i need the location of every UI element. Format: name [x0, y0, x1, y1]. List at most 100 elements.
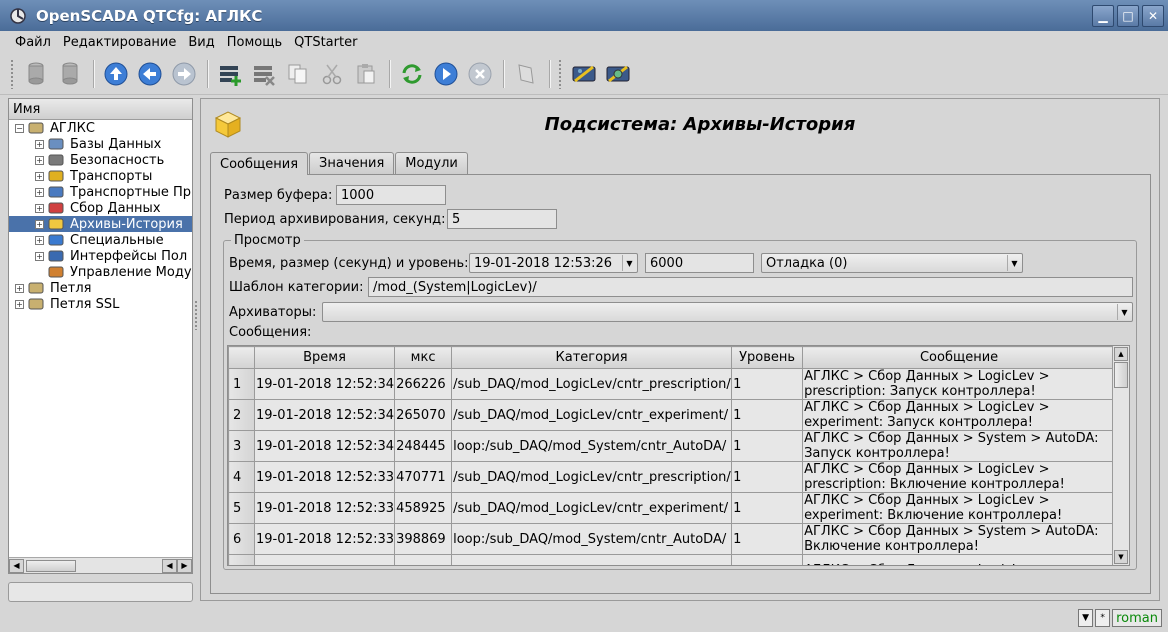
expand-icon[interactable]: + — [35, 219, 44, 229]
minimize-button[interactable]: ▁ — [1092, 5, 1114, 27]
delete-item-button[interactable] — [248, 58, 279, 89]
cell-category[interactable]: /sub_DAQ/mod_LogicLev/cntr_experiment/ — [451, 399, 733, 431]
copy-button[interactable] — [282, 58, 313, 89]
category-template-input[interactable]: /mod_(System|LogicLev)/ — [368, 277, 1133, 297]
time-input[interactable]: 19-01-2018 12:53:26 ▼ — [469, 253, 638, 273]
cell-message[interactable]: АГЛКС > Сбор Данных > LogicLev > prescri… — [802, 461, 1117, 493]
level-select[interactable]: Отладка (0) ▼ — [761, 253, 1023, 273]
panel-splitter[interactable] — [194, 300, 198, 330]
db-load-button[interactable] — [20, 58, 51, 89]
row-number-header[interactable] — [228, 346, 255, 369]
vision-button[interactable] — [568, 58, 599, 89]
cell-time[interactable]: 19-01-2018 12:52:33 — [253, 523, 396, 555]
cell-level[interactable] — [731, 554, 804, 565]
cell-level[interactable]: 1 — [731, 461, 804, 493]
archive-period-input[interactable]: 5 — [447, 209, 557, 229]
tree-item[interactable]: + Интерфейсы Пол — [9, 248, 192, 264]
scroll-right-icon[interactable]: ▶ — [177, 558, 192, 573]
messages-table[interactable]: Время мкс Категория Уровень Сообщение 11… — [227, 345, 1130, 566]
cell-message[interactable]: АГЛКС > Сбор Данных > LogicLev > — [802, 554, 1117, 565]
scroll-left-icon[interactable]: ◀ — [162, 558, 177, 573]
expand-icon[interactable]: + — [35, 155, 44, 165]
tree-item[interactable]: + Специальные — [9, 232, 192, 248]
chevron-down-icon[interactable]: ▼ — [622, 255, 636, 271]
scroll-left-icon[interactable]: ◀ — [9, 558, 24, 573]
back-button[interactable] — [134, 58, 165, 89]
stop-button[interactable] — [464, 58, 495, 89]
tree-item[interactable]: + Архивы-История — [9, 216, 192, 232]
cell-category[interactable]: /sub_DAQ/mod_LogicLev/cntr_prescription/ — [451, 368, 733, 400]
tree-item[interactable]: + Транспортные Пр — [9, 184, 192, 200]
row-number[interactable]: 5 — [228, 492, 255, 524]
table-row[interactable]: 1 19-01-2018 12:52:34 266226/sub_DAQ/mod_L… — [228, 368, 1117, 400]
cell-level[interactable]: 1 — [731, 399, 804, 431]
tree-item[interactable]: + Безопасность — [9, 152, 192, 168]
cell-message[interactable]: АГЛКС > Сбор Данных > LogicLev > prescri… — [802, 368, 1117, 400]
close-button[interactable]: ✕ — [1142, 5, 1164, 27]
row-number[interactable]: 4 — [228, 461, 255, 493]
cell-message[interactable]: АГЛКС > Сбор Данных > System > AutoDA: З… — [802, 430, 1117, 462]
tab-modules[interactable]: Модули — [395, 152, 468, 174]
menu-edit[interactable]: Редактирование — [57, 35, 182, 50]
tree-item[interactable]: Управление Моду — [9, 264, 192, 280]
scroll-thumb[interactable] — [1114, 362, 1128, 388]
scroll-thumb[interactable] — [26, 559, 76, 572]
chevron-down-icon[interactable]: ▼ — [1117, 304, 1131, 320]
cell-message[interactable]: АГЛКС > Сбор Данных > System > AutoDA: В… — [802, 523, 1117, 555]
scroll-down-icon[interactable]: ▼ — [1114, 550, 1128, 564]
cut-button[interactable] — [316, 58, 347, 89]
column-header-category[interactable]: Категория — [451, 346, 733, 369]
cell-usec[interactable]: 458925 — [394, 492, 453, 524]
expand-icon[interactable]: + — [15, 283, 24, 293]
row-number[interactable] — [228, 554, 255, 565]
menu-view[interactable]: Вид — [182, 35, 220, 50]
tree-item[interactable]: + Петля — [9, 280, 192, 296]
cell-time[interactable]: 19-01-2018 12:52:33 — [253, 492, 396, 524]
table-row[interactable]: АГЛКС > Сбор Данных > LogicLev > — [228, 554, 1117, 565]
cell-level[interactable]: 1 — [731, 368, 804, 400]
menu-file[interactable]: Файл — [9, 35, 57, 50]
buffer-size-input[interactable]: 1000 — [336, 185, 446, 205]
column-header-usec[interactable]: мкс — [394, 346, 453, 369]
row-number[interactable]: 1 — [228, 368, 255, 400]
chevron-down-icon[interactable]: ▼ — [1007, 255, 1021, 271]
maximize-button[interactable]: □ — [1117, 5, 1139, 27]
menu-qtstarter[interactable]: QTStarter — [288, 35, 363, 50]
collapse-icon[interactable]: − — [15, 123, 24, 133]
info-button[interactable] — [510, 58, 541, 89]
expand-icon[interactable]: + — [35, 187, 44, 197]
expand-icon[interactable]: + — [15, 299, 24, 309]
start-button[interactable] — [430, 58, 461, 89]
expand-icon[interactable]: + — [35, 171, 44, 181]
row-number[interactable]: 6 — [228, 523, 255, 555]
tree-item[interactable]: + Петля SSL — [9, 296, 192, 312]
expand-icon[interactable]: + — [35, 251, 44, 261]
current-user[interactable]: roman — [1112, 609, 1162, 627]
tree-horizontal-scrollbar[interactable]: ◀ ◀ ▶ — [9, 557, 192, 573]
cell-time[interactable]: 19-01-2018 12:52:34 — [253, 399, 396, 431]
table-row[interactable]: 6 19-01-2018 12:52:33 398869 loop:/sub_DAQ/… — [228, 523, 1117, 555]
cell-usec[interactable]: 470771 — [394, 461, 453, 493]
db-save-button[interactable] — [54, 58, 85, 89]
cell-time[interactable] — [253, 554, 396, 565]
column-header-time[interactable]: Время — [253, 346, 396, 369]
cell-time[interactable]: 19-01-2018 12:52:33 — [253, 461, 396, 493]
cell-level[interactable]: 1 — [731, 523, 804, 555]
table-row[interactable]: 3 19-01-2018 12:52:34 248445 loop:/sub_DAQ/… — [228, 430, 1117, 462]
forward-button[interactable] — [168, 58, 199, 89]
cell-usec[interactable] — [394, 554, 453, 565]
row-number[interactable]: 3 — [228, 430, 255, 462]
cell-usec[interactable]: 248445 — [394, 430, 453, 462]
cell-category[interactable]: loop:/sub_DAQ/mod_System/cntr_AutoDA/ — [451, 523, 733, 555]
visual-edit-button[interactable] — [602, 58, 633, 89]
table-row[interactable]: 5 19-01-2018 12:52:33 458925/sub_DAQ/mod_L… — [228, 492, 1117, 524]
cell-message[interactable]: АГЛКС > Сбор Данных > LogicLev > experim… — [802, 492, 1117, 524]
expand-icon[interactable]: + — [35, 139, 44, 149]
toolbar-grip[interactable] — [558, 58, 562, 89]
row-number[interactable]: 2 — [228, 399, 255, 431]
add-item-button[interactable] — [214, 58, 245, 89]
cell-category[interactable] — [451, 554, 733, 565]
archivers-select[interactable]: ▼ — [322, 302, 1133, 322]
cell-message[interactable]: АГЛКС > Сбор Данных > LogicLev > experim… — [802, 399, 1117, 431]
tree-item[interactable]: − АГЛКС — [9, 120, 192, 136]
